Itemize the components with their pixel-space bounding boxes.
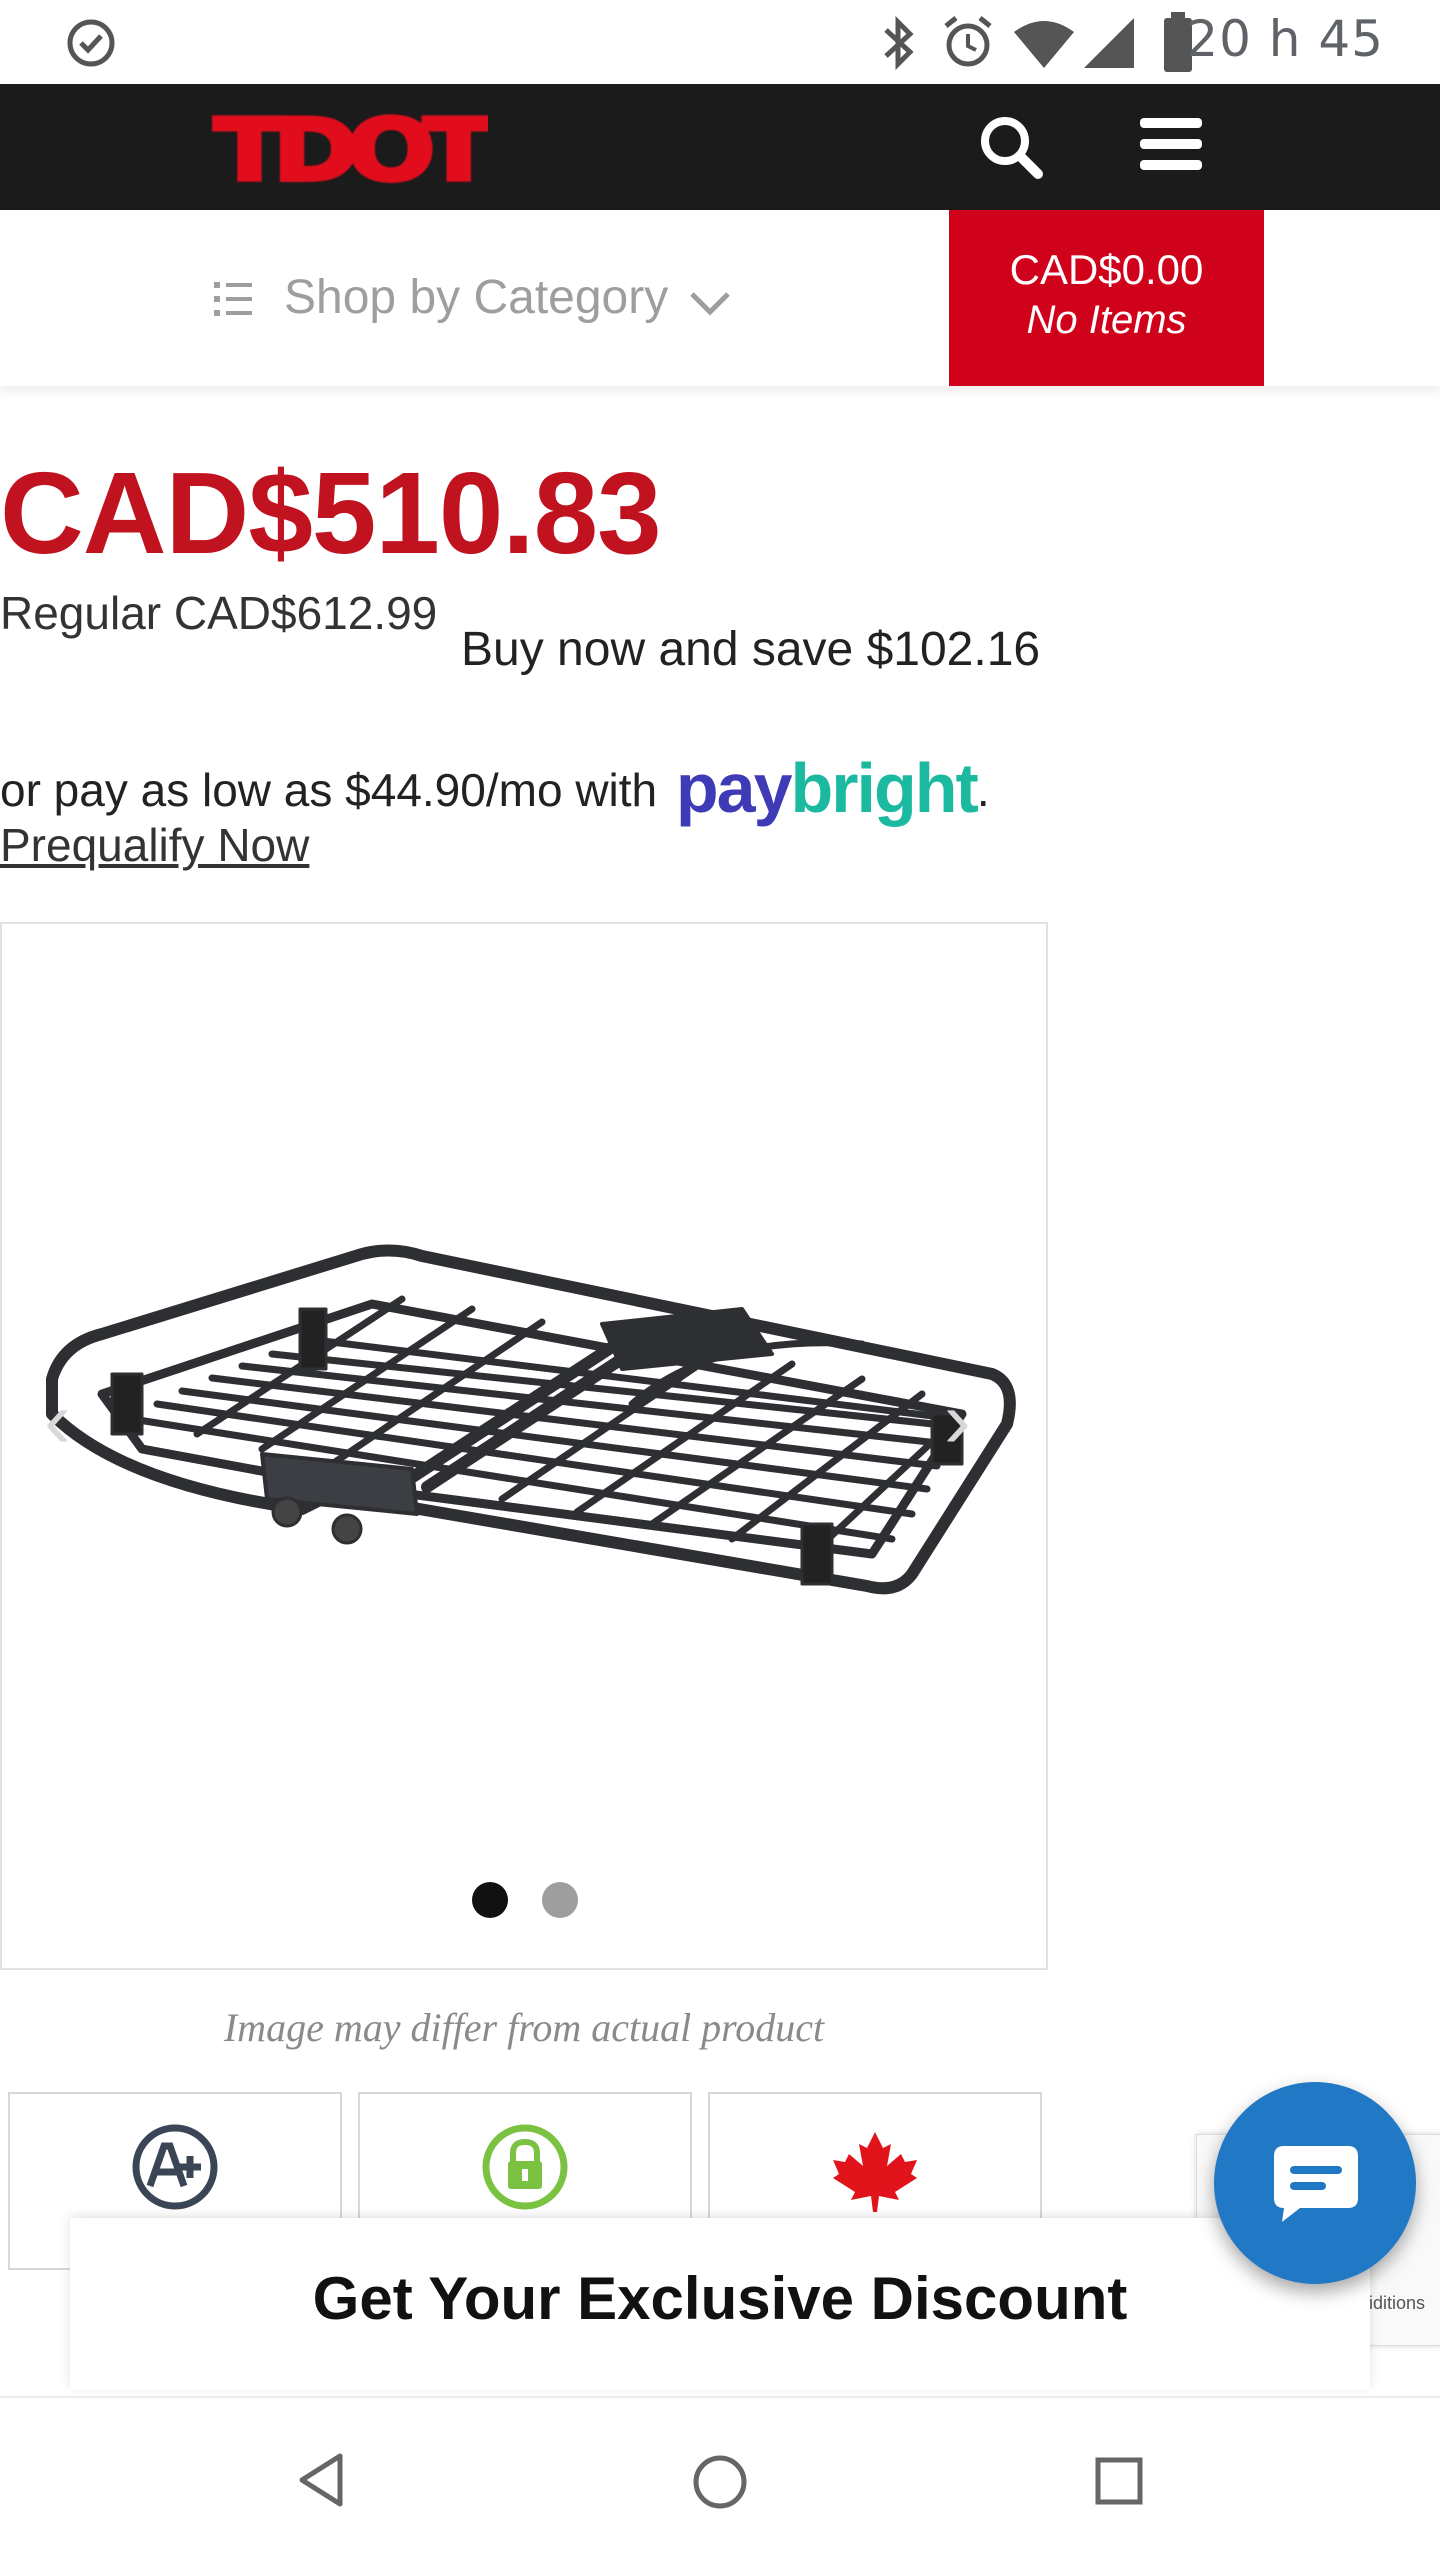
sale-price: CAD$510.83	[0, 448, 662, 578]
chevron-down-icon	[690, 292, 730, 316]
chat-bubble-icon	[1274, 2146, 1358, 2222]
sync-clock-icon	[67, 19, 115, 67]
cell-signal-icon	[1084, 18, 1134, 68]
paybright-logo-pay: pay	[675, 749, 793, 827]
gallery-prev-arrow[interactable]: ‹	[44, 1374, 71, 1466]
cart-button[interactable]: CAD$0.00 No Items	[949, 210, 1264, 386]
recaptcha-text: iditions	[1369, 2293, 1426, 2313]
regular-price: Regular CAD$612.99	[0, 587, 438, 639]
chat-button[interactable]	[1214, 2082, 1416, 2284]
recents-icon[interactable]	[1094, 2456, 1144, 2506]
paybright-period: .	[976, 764, 990, 816]
paybright-logo-bright: bright	[790, 749, 979, 827]
status-bar: 20 h 45	[0, 0, 1440, 84]
status-time: 20 h 45	[1186, 10, 1384, 68]
exclusive-discount-text: Get Your Exclusive Discount	[312, 2265, 1128, 2332]
paybright-logo: paybright	[675, 748, 979, 828]
site-header: TDOT	[0, 84, 1440, 210]
secure-lock-icon	[482, 2124, 568, 2210]
bluetooth-icon	[884, 16, 914, 70]
category-bar: Shop by Category CAD$0.00 No Items	[0, 210, 1440, 386]
tdot-logo-text: TDOT	[214, 110, 488, 190]
prequalify-now-link[interactable]: Prequalify Now	[0, 818, 309, 872]
shop-by-category-label: Shop by Category	[284, 271, 669, 324]
tdot-logo[interactable]: TDOT	[208, 110, 488, 190]
search-icon[interactable]	[978, 114, 1044, 180]
gallery-next-arrow[interactable]: ›	[944, 1374, 971, 1466]
canada-maple-leaf-icon	[833, 2132, 917, 2212]
gallery-dot-2[interactable]	[542, 1882, 578, 1918]
alarm-icon	[944, 16, 992, 67]
home-icon[interactable]	[692, 2454, 748, 2510]
savings-text: Buy now and save $102.16	[461, 623, 1041, 676]
hamburger-menu-icon[interactable]	[1138, 116, 1204, 172]
back-icon[interactable]	[296, 2452, 346, 2508]
system-navigation-bar	[0, 2396, 1440, 2562]
cart-amount: CAD$0.00	[1009, 246, 1204, 293]
cart-item-count: No Items	[1026, 298, 1187, 342]
product-image-gallery[interactable]: ‹ ›	[0, 922, 1048, 1970]
paybright-text: or pay as low as $44.90/mo with	[0, 764, 658, 816]
list-icon	[214, 282, 252, 316]
roof-cargo-basket-image	[46, 1244, 1016, 1595]
exclusive-discount-banner[interactable]: Get Your Exclusive Discount	[70, 2218, 1370, 2390]
image-disclaimer: Image may differ from actual product	[223, 2005, 825, 2050]
paybright-financing: or pay as low as $44.90/mo with paybrigh…	[0, 748, 990, 828]
wifi-icon	[1014, 21, 1074, 68]
a-plus-rating-icon	[132, 2124, 218, 2210]
gallery-dot-1[interactable]	[472, 1882, 508, 1918]
